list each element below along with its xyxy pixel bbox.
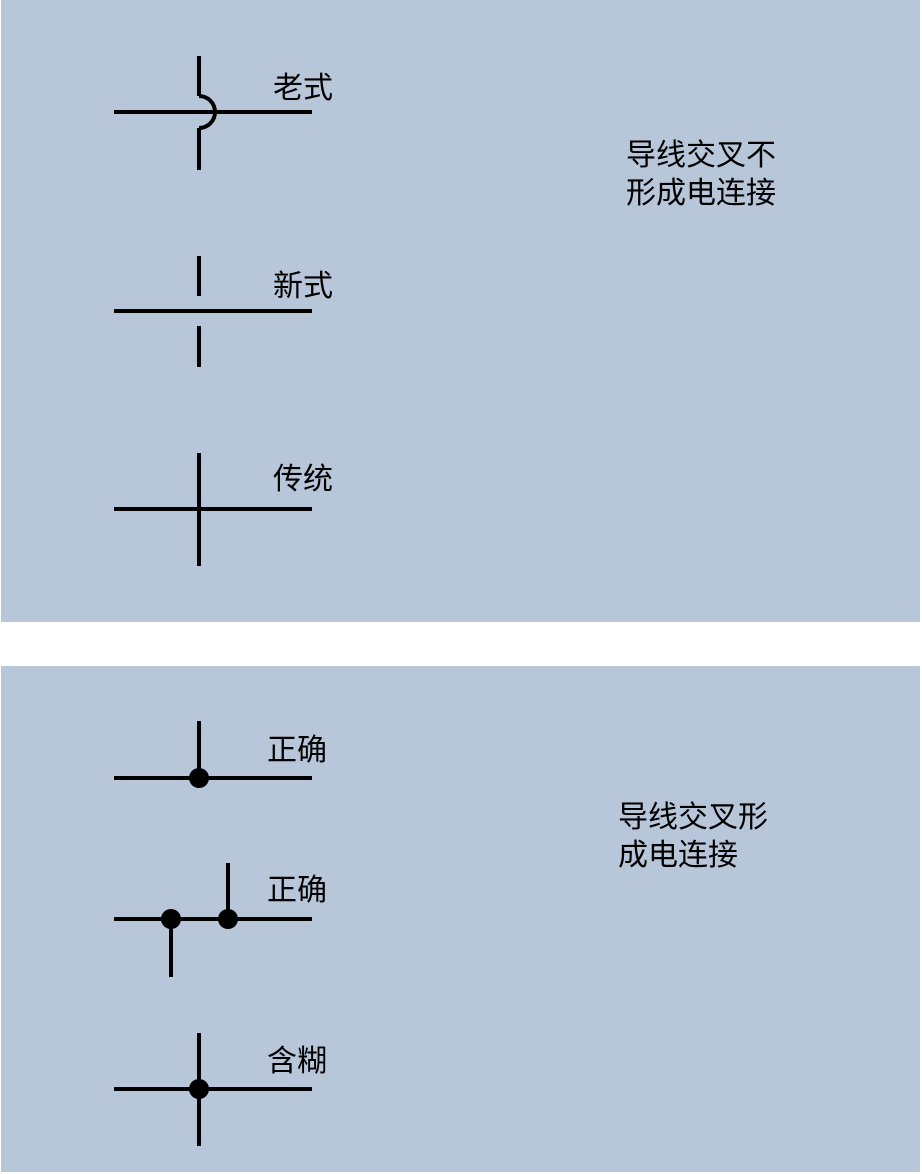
tee-junction-dot [189,768,209,788]
connection-description-line: 导线交叉形 [618,800,768,835]
no-connection-description: 导线交叉不 形成电连接 [626,137,776,213]
cross-junction-dot [189,1079,209,1099]
double-tee-dot-symbol-label: 正确 [267,873,327,908]
plain-cross-symbol-label: 传统 [273,462,333,497]
wire-symbols-diagram [114,56,312,1146]
cross-dot-symbol-label: 含糊 [267,1044,327,1079]
hop-symbol-label: 老式 [273,71,333,106]
gap-symbol-label: 新式 [273,269,333,304]
connection-description-line: 成电连接 [618,838,738,873]
tee-dot-symbol-label: 正确 [267,733,327,768]
double-tee-junction-dot-right [218,909,238,929]
connection-description: 导线交叉形 成电连接 [618,799,768,875]
double-tee-junction-dot-left [161,909,181,929]
no-connection-description-line: 形成电连接 [626,176,776,211]
no-connection-description-line: 导线交叉不 [626,138,776,173]
